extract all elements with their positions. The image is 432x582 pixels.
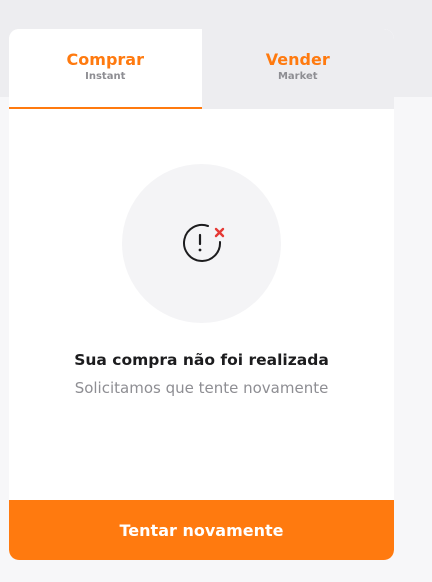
tab-buy-title: Comprar bbox=[66, 50, 144, 69]
trade-tabs: Comprar Instant Vender Market bbox=[9, 29, 394, 109]
alert-error-icon bbox=[182, 223, 224, 262]
trade-card: Comprar Instant Vender Market Sua compra… bbox=[9, 29, 394, 560]
status-title: Sua compra não foi realizada bbox=[74, 351, 329, 369]
tab-buy-subtitle: Instant bbox=[85, 71, 126, 82]
retry-button[interactable]: Tentar novamente bbox=[9, 500, 394, 560]
status-icon-circle bbox=[122, 164, 281, 323]
tab-buy[interactable]: Comprar Instant bbox=[9, 29, 202, 109]
tab-sell-title: Vender bbox=[265, 50, 330, 69]
status-subtitle: Solicitamos que tente novamente bbox=[74, 379, 329, 397]
tab-sell[interactable]: Vender Market bbox=[201, 29, 394, 109]
tab-sell-subtitle: Market bbox=[277, 71, 318, 82]
